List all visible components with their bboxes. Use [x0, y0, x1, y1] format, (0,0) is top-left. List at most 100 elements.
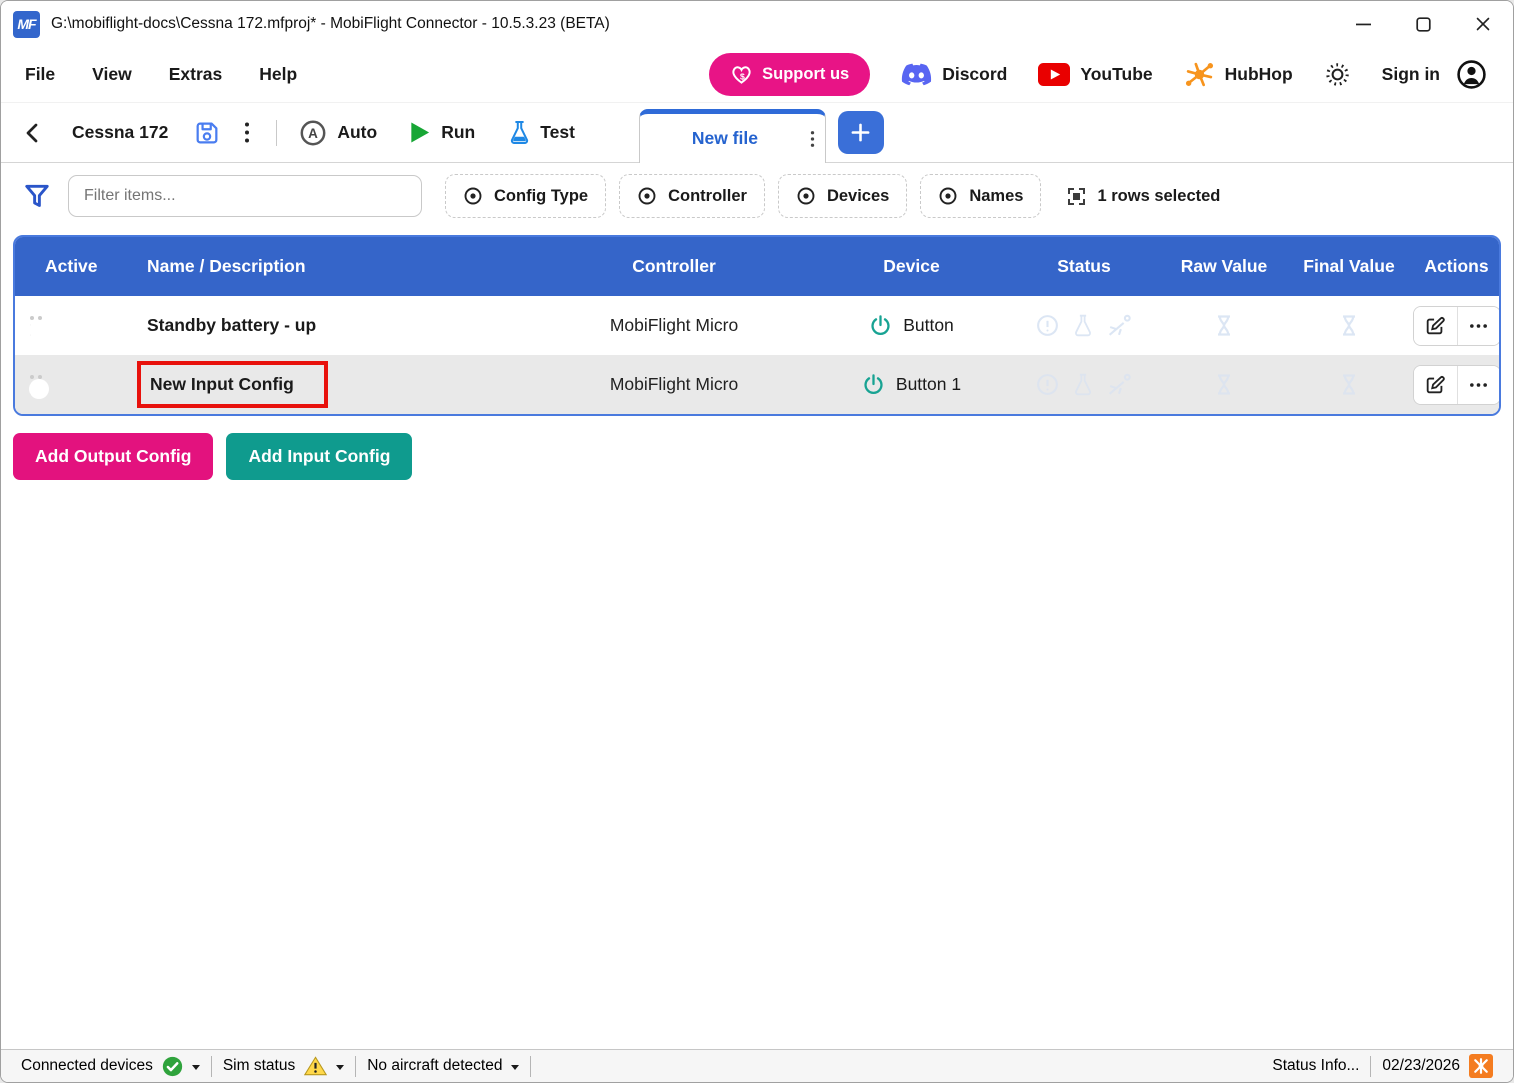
config-device: Button 1	[819, 373, 1004, 396]
test-label: Test	[540, 122, 575, 143]
filter-chip-names[interactable]: Names	[920, 174, 1041, 218]
save-button[interactable]	[193, 119, 221, 147]
status-icons	[1004, 313, 1164, 338]
config-table: Active Name / Description Controller Dev…	[13, 235, 1501, 416]
header-final-value: Final Value	[1303, 256, 1394, 277]
menu-help[interactable]: Help	[259, 64, 297, 85]
filter-input[interactable]	[68, 175, 422, 217]
auto-icon: A	[299, 119, 327, 147]
row-actions	[1413, 306, 1501, 346]
window-title: G:\mobiflight-docs\Cessna 172.mfproj* - …	[51, 15, 610, 33]
status-info-link[interactable]: Status Info...	[1261, 1057, 1370, 1075]
run-icon	[408, 120, 431, 145]
sign-in-button[interactable]: Sign in	[1382, 59, 1487, 90]
power-icon	[869, 314, 892, 337]
menu-extras[interactable]: Extras	[169, 64, 223, 85]
run-label: Run	[441, 122, 475, 143]
date-label: 02/23/2026	[1382, 1057, 1460, 1075]
chip-label: Config Type	[494, 187, 588, 206]
alert-circle-icon	[1035, 372, 1060, 397]
hourglass-icon	[1338, 372, 1360, 397]
filter-chip-devices[interactable]: Devices	[778, 174, 907, 218]
test-flask-icon	[509, 119, 530, 146]
power-icon	[862, 373, 885, 396]
theme-toggle-icon[interactable]	[1324, 61, 1351, 88]
tab-new-file[interactable]: New file	[639, 109, 826, 163]
menu-bar: File View Extras Help $ Support us Disco…	[1, 47, 1513, 102]
chevron-down-icon	[511, 1065, 519, 1070]
sim-status-dropdown[interactable]: Sim status	[212, 1056, 355, 1076]
connected-devices-dropdown[interactable]: Connected devices	[10, 1056, 211, 1077]
more-actions-button[interactable]	[1457, 366, 1500, 404]
hubhop-status-icon	[1469, 1054, 1493, 1078]
statusbar-divider	[530, 1056, 531, 1077]
disconnected-icon	[1106, 372, 1133, 397]
app-window: MF G:\mobiflight-docs\Cessna 172.mfproj*…	[0, 0, 1514, 1083]
aircraft-status-label: No aircraft detected	[367, 1057, 502, 1075]
edit-config-button[interactable]	[1414, 307, 1457, 345]
project-menu-button[interactable]	[240, 116, 254, 149]
table-header: Active Name / Description Controller Dev…	[15, 237, 1499, 296]
ellipsis-icon	[1469, 382, 1488, 388]
tab-menu-button[interactable]	[810, 128, 815, 150]
connected-devices-label: Connected devices	[21, 1057, 153, 1075]
youtube-link[interactable]: YouTube	[1038, 63, 1152, 86]
add-tab-button[interactable]	[838, 111, 884, 154]
test-button[interactable]: Test	[509, 119, 575, 146]
menu-view[interactable]: View	[92, 64, 132, 85]
support-us-label: Support us	[762, 65, 849, 84]
run-button[interactable]: Run	[408, 120, 475, 145]
chevron-down-icon	[336, 1065, 344, 1070]
add-input-config-button[interactable]: Add Input Config	[226, 433, 412, 480]
raw-value-cell	[1213, 372, 1235, 397]
filter-chip-controller[interactable]: Controller	[619, 174, 765, 218]
support-us-button[interactable]: $ Support us	[709, 53, 870, 96]
menu-file[interactable]: File	[25, 64, 55, 85]
chip-label: Devices	[827, 187, 889, 206]
aircraft-status-dropdown[interactable]: No aircraft detected	[356, 1057, 530, 1075]
filter-bar: Config Type Controller Devices Names 1 r…	[1, 163, 1513, 229]
hourglass-icon	[1213, 313, 1235, 338]
header-raw-value: Raw Value	[1181, 256, 1268, 277]
hubhop-link[interactable]: HubHop	[1184, 61, 1293, 88]
status-icons	[1004, 372, 1164, 397]
toolbar: Cessna 172 A Auto Run	[1, 102, 1513, 163]
auto-label: Auto	[337, 122, 377, 143]
edit-icon	[1424, 374, 1446, 396]
chip-label: Names	[969, 187, 1023, 206]
header-status: Status	[1057, 256, 1110, 277]
hourglass-icon	[1213, 372, 1235, 397]
chip-label: Controller	[668, 187, 747, 206]
hubhop-label: HubHop	[1225, 64, 1293, 85]
warning-icon	[304, 1056, 327, 1076]
config-controller: MobiFlight Micro	[610, 315, 738, 336]
hourglass-icon	[1338, 313, 1360, 338]
maximize-button[interactable]	[1393, 1, 1453, 47]
table-row-selected[interactable]: New Input Config MobiFlight Micro Button…	[15, 355, 1499, 414]
status-info-label: Status Info...	[1272, 1057, 1359, 1075]
filter-chip-config-type[interactable]: Config Type	[445, 174, 606, 218]
tab-label: New file	[640, 128, 810, 149]
target-icon	[938, 186, 958, 206]
status-bar: Connected devices Sim status No aircraft…	[1, 1049, 1513, 1082]
test-mode-icon	[1073, 313, 1093, 338]
auto-toggle[interactable]: A Auto	[299, 119, 377, 147]
discord-link[interactable]: Discord	[901, 63, 1007, 87]
device-label: Button	[903, 315, 954, 336]
header-actions: Actions	[1424, 256, 1488, 277]
close-icon	[1475, 16, 1491, 32]
table-row[interactable]: Standby battery - up MobiFlight Micro Bu…	[15, 296, 1499, 355]
edit-config-button[interactable]	[1414, 366, 1457, 404]
svg-text:A: A	[308, 125, 318, 140]
close-button[interactable]	[1453, 1, 1513, 47]
back-button[interactable]	[23, 121, 43, 145]
check-circle-icon	[162, 1056, 183, 1077]
alert-circle-icon	[1035, 313, 1060, 338]
add-output-config-button[interactable]: Add Output Config	[13, 433, 213, 480]
toolbar-left: Cessna 172 A Auto Run	[23, 103, 575, 162]
app-logo: MF	[13, 11, 40, 38]
plus-icon	[850, 122, 871, 143]
minimize-button[interactable]	[1333, 1, 1393, 47]
more-actions-button[interactable]	[1457, 307, 1500, 345]
svg-text:$: $	[740, 71, 745, 81]
